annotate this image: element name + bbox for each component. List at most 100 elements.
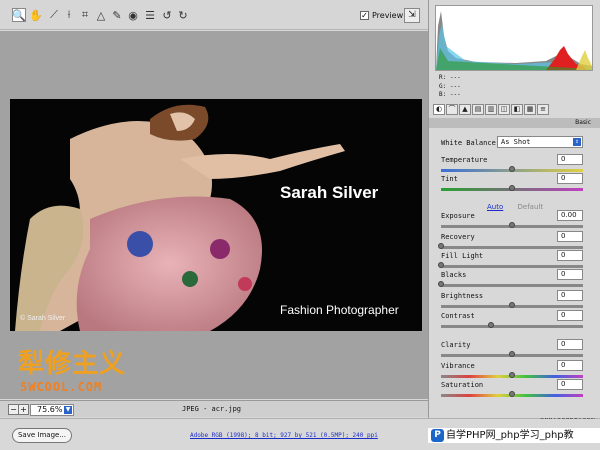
slider-value-input[interactable]: 0	[557, 360, 583, 371]
rgb-red: R: ---	[439, 74, 461, 81]
slider-label: Exposure	[441, 212, 475, 220]
slider-thumb[interactable]	[438, 262, 444, 268]
slider-saturation: Saturation 0	[441, 379, 595, 401]
adjustments-panel: R: --- G: --- B: --- ◐ ⌒ ▲ ▤ ▥ ◫ ◧ ▦ ≡ B…	[428, 0, 600, 418]
slider-thumb[interactable]	[509, 372, 515, 378]
slider-track[interactable]	[441, 246, 583, 249]
tab-split-toning-icon[interactable]: ▥	[485, 104, 497, 115]
slider-label: Vibrance	[441, 362, 475, 370]
white-balance-select[interactable]: As Shot ⇕	[497, 136, 583, 148]
tab-hsl-icon[interactable]: ▤	[472, 104, 484, 115]
white-balance-icon[interactable]: ⟋	[47, 8, 61, 22]
slider-thumb[interactable]	[509, 185, 515, 191]
slider-value-input[interactable]: 0	[557, 310, 583, 321]
crop-icon[interactable]: ⌗	[78, 8, 92, 22]
zoom-value: 75.6%	[37, 405, 63, 414]
auto-default-row: Auto Default	[487, 203, 543, 211]
slider-value-input[interactable]: 0	[557, 290, 583, 301]
rgb-readout: R: --- G: --- B: ---	[439, 74, 461, 100]
slider-track[interactable]	[441, 265, 583, 268]
zoom-icon[interactable]: 🔍	[12, 8, 26, 22]
slider-label: Clarity	[441, 341, 471, 349]
slider-thumb[interactable]	[509, 222, 515, 228]
preview-label: Preview	[372, 11, 404, 20]
slider-thumb[interactable]	[487, 322, 494, 328]
slider-value-input[interactable]: 0	[557, 173, 583, 184]
slider-label: Contrast	[441, 312, 475, 320]
tab-detail-icon[interactable]: ▲	[459, 104, 471, 115]
rgb-blue: B: ---	[439, 91, 461, 98]
slider-value-input[interactable]: 0	[557, 250, 583, 261]
slider-label: Temperature	[441, 156, 488, 164]
slider-label: Fill Light	[441, 252, 484, 260]
slider-exposure: Exposure 0.00	[441, 210, 595, 232]
slider-thumb[interactable]	[438, 243, 444, 249]
slider-contrast: Contrast 0	[441, 310, 595, 332]
slider-label: Brightness	[441, 292, 484, 300]
save-image-button[interactable]: Save Image...	[12, 428, 72, 443]
tab-basic-icon[interactable]: ◐	[433, 104, 445, 115]
watermark-logo-en: 5WCOOL.COM	[20, 380, 103, 394]
histogram	[435, 5, 593, 71]
slider-track[interactable]	[441, 325, 583, 328]
tab-camera-calibration-icon[interactable]: ◧	[511, 104, 523, 115]
zoom-select[interactable]: 75.6% ▼	[30, 404, 74, 416]
rgb-green: G: ---	[439, 82, 461, 90]
slider-value-input[interactable]: 0.00	[557, 210, 583, 221]
preview-checkbox[interactable]: ✓	[360, 11, 369, 20]
auto-link[interactable]: Auto	[487, 203, 503, 211]
watermark-php: P 自学PHP网_php学习_php教	[428, 428, 600, 443]
rotate-right-icon[interactable]: ↻	[176, 8, 190, 22]
white-balance-label: White Balance:	[441, 139, 501, 147]
slider-label: Blacks	[441, 271, 467, 279]
tab-presets-icon[interactable]: ▦	[524, 104, 536, 115]
zoom-in-button[interactable]: +	[18, 404, 29, 415]
file-name: JPEG - acr.jpg	[182, 405, 242, 413]
preview-toggle[interactable]: ✓ Preview	[360, 11, 403, 20]
tab-lens-icon[interactable]: ◫	[498, 104, 510, 115]
panel-menu-icon[interactable]: ≡	[537, 104, 549, 115]
color-sampler-icon[interactable]: ⟊	[62, 8, 76, 22]
slider-value-input[interactable]: 0	[557, 154, 583, 165]
php-logo-icon: P	[431, 429, 444, 442]
workflow-options-link[interactable]: Adobe RGB (1998); 8 bit; 927 by 521 (0.5…	[190, 432, 378, 439]
slider-label: Tint	[441, 175, 458, 183]
slider-clarity: Clarity 0	[441, 339, 595, 361]
slider-value-input[interactable]: 0	[557, 379, 583, 390]
slider-value-input[interactable]: 0	[557, 269, 583, 280]
toolbar: 🔍 ✋ ⟋ ⟊ ⌗ △ ✎ ◉ ☰ ↺ ↻ ✓ Preview ⇲	[0, 0, 428, 30]
section-title: Basic	[429, 118, 600, 128]
slider-thumb[interactable]	[509, 391, 515, 397]
slider-thumb[interactable]	[438, 281, 444, 287]
hand-icon[interactable]: ✋	[29, 8, 43, 22]
watermark-php-text: 自学PHP网_php学习_php教	[446, 430, 574, 441]
watermark-logo-cn: 犁修主义	[18, 349, 127, 379]
slider-brightness: Brightness 0	[441, 290, 595, 312]
retouch-icon[interactable]: ✎	[110, 8, 124, 22]
chevron-down-icon: ▼	[64, 406, 72, 414]
white-balance-value: As Shot	[501, 138, 531, 146]
fullscreen-button[interactable]: ⇲	[404, 8, 420, 23]
tab-tone-curve-icon[interactable]: ⌒	[446, 104, 458, 115]
slider-tint: Tint 0	[441, 173, 595, 195]
slider-track[interactable]	[441, 284, 583, 287]
slider-label: Recovery	[441, 233, 475, 241]
slider-thumb[interactable]	[509, 302, 515, 308]
slider-thumb[interactable]	[509, 351, 515, 357]
slider-thumb[interactable]	[509, 166, 515, 172]
slider-label: Saturation	[441, 381, 484, 389]
red-eye-icon[interactable]: ◉	[126, 8, 140, 22]
photo-title: Sarah Silver	[280, 183, 379, 202]
chevron-updown-icon: ⇕	[573, 138, 581, 146]
default-link[interactable]: Default	[518, 203, 544, 211]
slider-value-input[interactable]: 0	[557, 339, 583, 350]
status-bar: − + 75.6% ▼ JPEG - acr.jpg	[0, 400, 428, 417]
preview-photo	[10, 99, 422, 331]
preferences-icon[interactable]: ☰	[143, 8, 157, 22]
slider-value-input[interactable]: 0	[557, 231, 583, 242]
straighten-icon[interactable]: △	[94, 8, 108, 22]
photo-copyright: © Sarah Silver	[20, 315, 66, 322]
slider-blacks: Blacks 0	[438, 269, 595, 291]
rotate-left-icon[interactable]: ↺	[160, 8, 174, 22]
panel-tabs: ◐ ⌒ ▲ ▤ ▥ ◫ ◧ ▦ ≡	[433, 104, 597, 116]
